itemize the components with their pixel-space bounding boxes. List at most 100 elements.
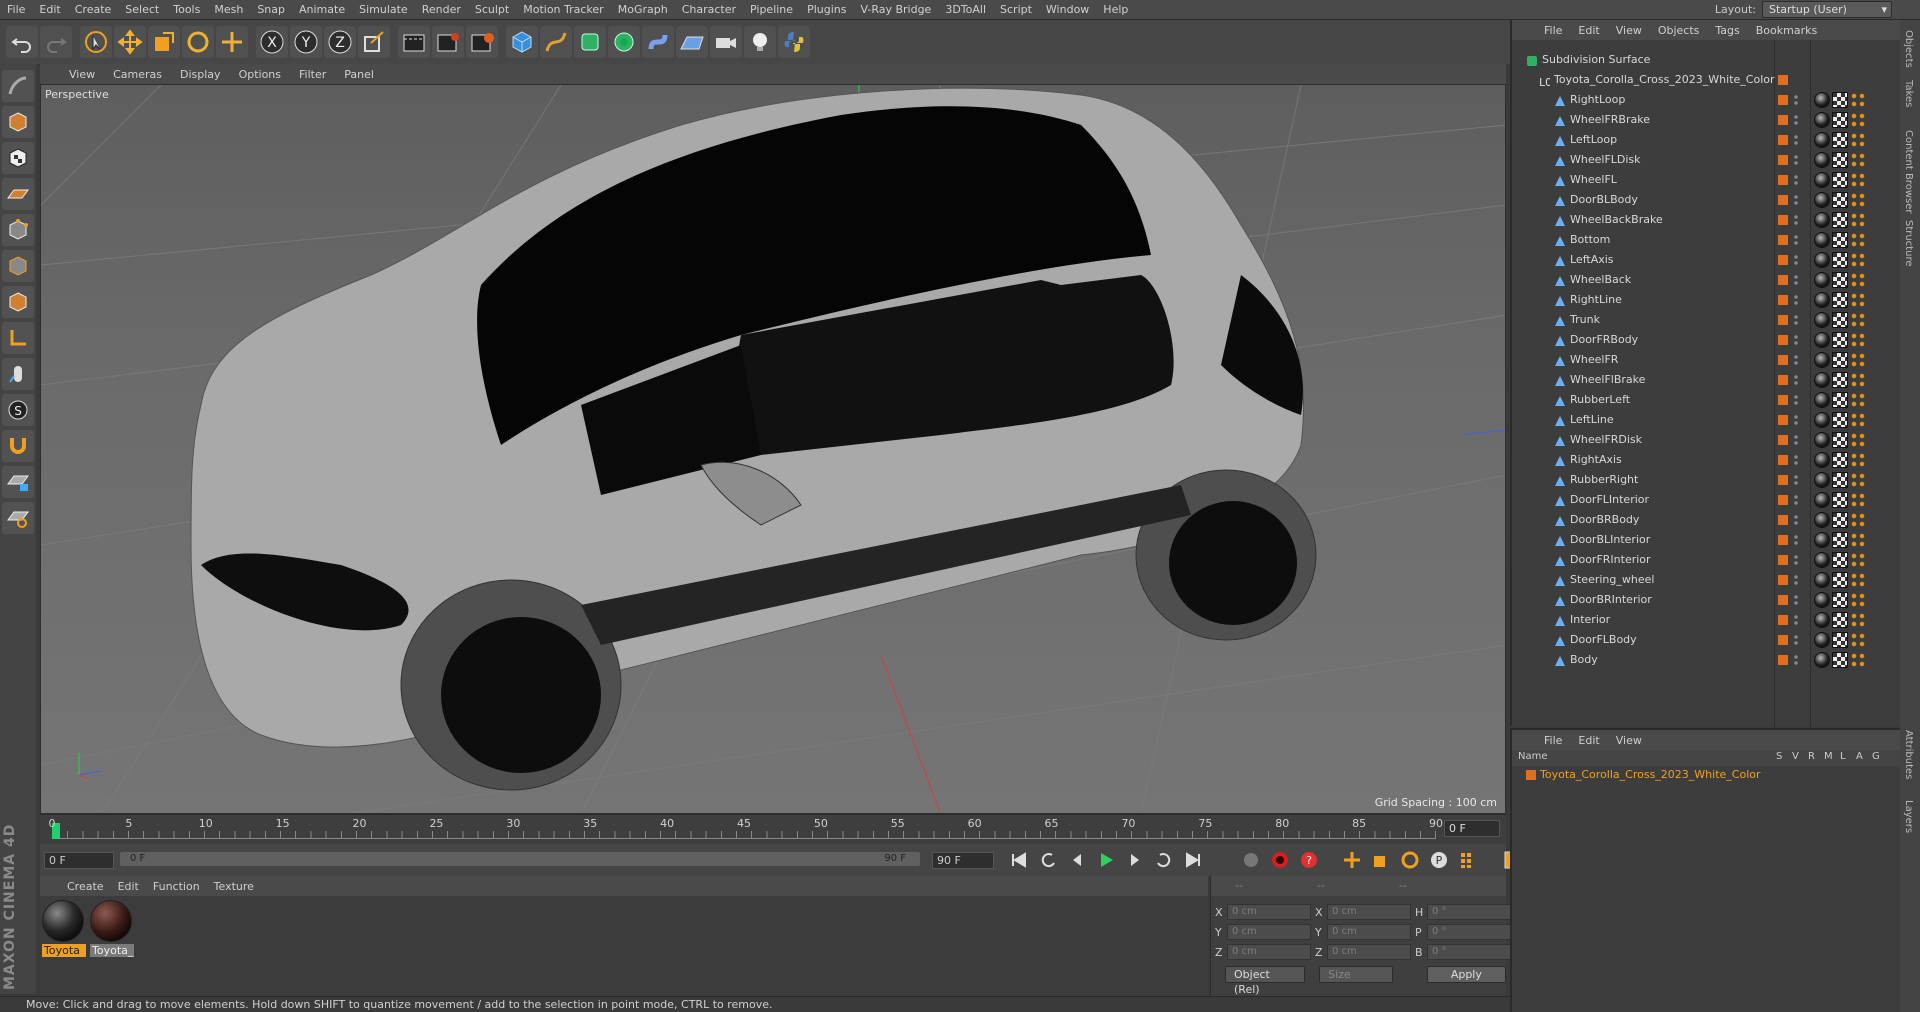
object-row[interactable]: DoorBLInterior [1512, 530, 1902, 550]
texture-tag-icon[interactable] [1832, 492, 1848, 508]
position-z-field[interactable]: 0 cm [1227, 944, 1311, 960]
recent-tool-icon[interactable] [216, 26, 248, 58]
texture-tag-icon[interactable] [1832, 212, 1848, 228]
material-tag-icon[interactable] [1814, 612, 1830, 628]
visibility-dots-icon[interactable] [1794, 274, 1798, 286]
visibility-dots-icon[interactable] [1794, 134, 1798, 146]
layer-color-icon[interactable] [1778, 135, 1788, 145]
texture-tag-icon[interactable] [1832, 612, 1848, 628]
selection-tag-icon[interactable] [1850, 412, 1866, 428]
menu-plugins[interactable]: Plugins [800, 0, 853, 20]
visibility-dots-icon[interactable] [1794, 174, 1798, 186]
pen-spline-icon[interactable] [540, 26, 572, 58]
subdivision-generator-icon[interactable] [574, 26, 606, 58]
material-menu-edit[interactable]: Edit [111, 880, 146, 893]
visibility-dots-icon[interactable] [1794, 94, 1798, 106]
deformer-icon[interactable] [642, 26, 674, 58]
selection-tag-icon[interactable] [1850, 372, 1866, 388]
visibility-dots-icon[interactable] [1794, 214, 1798, 226]
previous-key-icon[interactable] [1035, 847, 1061, 873]
material-tag-icon[interactable] [1814, 92, 1830, 108]
object-row[interactable]: RightAxis [1512, 450, 1902, 470]
texture-tag-icon[interactable] [1832, 532, 1848, 548]
material-tag-icon[interactable] [1814, 432, 1830, 448]
visibility-dots-icon[interactable] [1794, 414, 1798, 426]
selection-tag-icon[interactable] [1850, 492, 1866, 508]
layer-menu-view[interactable]: View [1608, 734, 1650, 747]
undo-button[interactable] [6, 26, 38, 58]
object-row[interactable]: Bottom [1512, 230, 1902, 250]
material-tag-icon[interactable] [1814, 272, 1830, 288]
play-icon[interactable] [1093, 847, 1119, 873]
material-tag-icon[interactable] [1814, 552, 1830, 568]
rotation-p-field[interactable]: 0 ° [1427, 924, 1511, 940]
cube-primitive-icon[interactable] [506, 26, 538, 58]
planar-workplane-icon[interactable] [2, 502, 34, 534]
visibility-dots-icon[interactable] [1794, 374, 1798, 386]
object-menu-tags[interactable]: Tags [1707, 24, 1747, 37]
material-menu-function[interactable]: Function [146, 880, 207, 893]
menu-script[interactable]: Script [993, 0, 1039, 20]
texture-tag-icon[interactable] [1832, 652, 1848, 668]
visibility-dots-icon[interactable] [1794, 334, 1798, 346]
visibility-dots-icon[interactable] [1794, 154, 1798, 166]
record-keys-icon[interactable] [1267, 847, 1293, 873]
selection-tag-icon[interactable] [1850, 532, 1866, 548]
object-row[interactable]: DoorFLInterior [1512, 490, 1902, 510]
cloner-icon[interactable] [608, 26, 640, 58]
material-tag-icon[interactable] [1814, 192, 1830, 208]
render-view-icon[interactable] [398, 26, 430, 58]
selection-tag-icon[interactable] [1850, 132, 1866, 148]
material-tag-icon[interactable] [1814, 352, 1830, 368]
selection-tag-icon[interactable] [1850, 512, 1866, 528]
material-swatch[interactable]: Toyota [42, 900, 86, 958]
visibility-dots-icon[interactable] [1794, 114, 1798, 126]
visibility-dots-icon[interactable] [1794, 594, 1798, 606]
selection-tag-icon[interactable] [1850, 292, 1866, 308]
selection-tag-icon[interactable] [1850, 272, 1866, 288]
visibility-dots-icon[interactable] [1794, 474, 1798, 486]
visibility-dots-icon[interactable] [1794, 394, 1798, 406]
visibility-dots-icon[interactable] [1794, 654, 1798, 666]
material-tag-icon[interactable] [1814, 472, 1830, 488]
object-row[interactable]: WheelFR [1512, 350, 1902, 370]
material-tag-icon[interactable] [1814, 652, 1830, 668]
light-icon[interactable] [744, 26, 776, 58]
side-tab-structure[interactable]: Structure [1903, 220, 1914, 267]
visibility-dots-icon[interactable] [1794, 314, 1798, 326]
layer-color-icon[interactable] [1778, 575, 1788, 585]
texture-tag-icon[interactable] [1832, 372, 1848, 388]
viewport-menu-filter[interactable]: Filter [290, 68, 335, 81]
viewport-menu-display[interactable]: Display [171, 68, 230, 81]
object-menu-edit[interactable]: Edit [1570, 24, 1607, 37]
layer-color-icon[interactable] [1778, 595, 1788, 605]
rotation-b-field[interactable]: 0 ° [1427, 944, 1511, 960]
visibility-dots-icon[interactable] [1794, 454, 1798, 466]
viewport-menu-panel[interactable]: Panel [335, 68, 383, 81]
menu-tools[interactable]: Tools [166, 0, 207, 20]
visibility-dots-icon[interactable] [1794, 234, 1798, 246]
texture-tag-icon[interactable] [1832, 312, 1848, 328]
material-tag-icon[interactable] [1814, 412, 1830, 428]
object-row[interactable]: WheelFRBrake [1512, 110, 1902, 130]
selection-tag-icon[interactable] [1850, 112, 1866, 128]
go-to-end-icon[interactable] [1180, 847, 1206, 873]
apply-button[interactable]: Apply [1426, 966, 1506, 983]
layer-color-icon[interactable] [1778, 175, 1788, 185]
size-z-field[interactable]: 0 cm [1327, 944, 1411, 960]
model-mode-icon[interactable] [2, 106, 34, 138]
layer-color-icon[interactable] [1778, 475, 1788, 485]
selection-tag-icon[interactable] [1850, 232, 1866, 248]
object-menu-file[interactable]: File [1536, 24, 1570, 37]
material-menu-texture[interactable]: Texture [207, 880, 261, 893]
selection-tag-icon[interactable] [1850, 92, 1866, 108]
layer-color-icon[interactable] [1778, 515, 1788, 525]
workplane-lock-icon[interactable] [2, 466, 34, 498]
side-tab-objects[interactable]: Objects [1903, 30, 1914, 68]
viewport-menu-cameras[interactable]: Cameras [104, 68, 171, 81]
layer-color-icon[interactable] [1778, 415, 1788, 425]
layout-dropdown[interactable]: Startup (User) [1762, 1, 1892, 18]
object-row[interactable]: WheelFRDisk [1512, 430, 1902, 450]
selection-tag-icon[interactable] [1850, 612, 1866, 628]
material-tag-icon[interactable] [1814, 392, 1830, 408]
